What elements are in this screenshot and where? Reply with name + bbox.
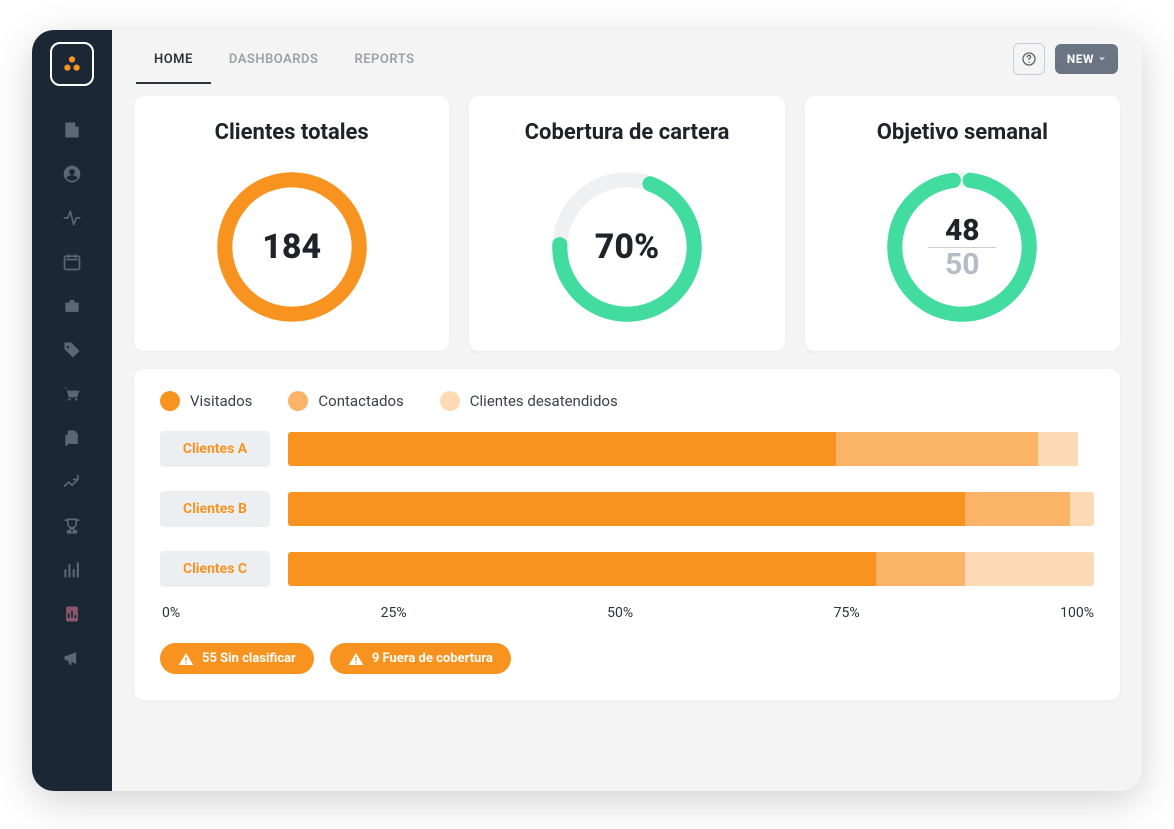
legend-label: Visitados (190, 392, 252, 410)
axis-tick: 0% (162, 605, 180, 621)
legend-label: Contactados (318, 392, 403, 410)
axis-tick: 100% (1060, 605, 1094, 621)
axis-tick: 25% (381, 605, 407, 621)
bar-segment (965, 552, 1094, 586)
megaphone-icon[interactable] (32, 636, 112, 680)
new-button-label: NEW (1067, 52, 1094, 66)
bar-chart-icon[interactable] (32, 548, 112, 592)
content: Clientes totales 184 Cobertur (112, 88, 1142, 791)
bar-segment (836, 432, 1038, 466)
legend-dot-icon (288, 391, 308, 411)
main-area: HOME DASHBOARDS REPORTS NEW Clientes (112, 30, 1142, 791)
calendar-icon[interactable] (32, 240, 112, 284)
cart-icon[interactable] (32, 372, 112, 416)
new-button[interactable]: NEW (1055, 44, 1118, 74)
chart-legend: Visitados Contactados Clientes desatendi… (160, 391, 1094, 411)
card-clientes-totales: Clientes totales 184 (134, 96, 449, 351)
briefcase-icon[interactable] (32, 284, 112, 328)
legend-desatendidos: Clientes desatendidos (440, 391, 618, 411)
bar-segment (288, 432, 836, 466)
axis-tick: 75% (834, 605, 860, 621)
bar-segment (876, 552, 965, 586)
building-icon[interactable] (32, 108, 112, 152)
bar-row: Clientes A (160, 431, 1094, 467)
topbar: HOME DASHBOARDS REPORTS NEW (112, 30, 1142, 88)
x-axis: 0% 25% 50% 75% 100% (160, 605, 1094, 621)
legend-label: Clientes desatendidos (470, 392, 618, 410)
topbar-tabs: HOME DASHBOARDS REPORTS (136, 34, 433, 84)
bar-segment (1070, 492, 1094, 526)
bar-segment (288, 552, 876, 586)
gauge-value: 70% (595, 227, 659, 267)
kpi-cards: Clientes totales 184 Cobertur (134, 96, 1120, 351)
alert-sin-clasificar[interactable]: 55 Sin clasificar (160, 643, 314, 674)
bar-segment (965, 492, 1070, 526)
gauge-clientes-totales: 184 (208, 163, 376, 331)
report-icon[interactable] (32, 592, 112, 636)
bar-category-label: Clientes B (160, 491, 270, 527)
help-button[interactable] (1013, 43, 1045, 75)
user-circle-icon[interactable] (32, 152, 112, 196)
chevron-down-icon (1098, 55, 1106, 63)
alert-label: 55 Sin clasificar (202, 651, 296, 666)
card-title: Objetivo semanal (877, 120, 1048, 145)
axis-tick: 50% (607, 605, 633, 621)
files-icon[interactable] (32, 416, 112, 460)
legend-contactados: Contactados (288, 391, 403, 411)
bar-segment (1038, 432, 1078, 466)
legend-dot-icon (160, 391, 180, 411)
bar-track (288, 432, 1094, 466)
trophy-icon[interactable] (32, 504, 112, 548)
tab-reports[interactable]: REPORTS (336, 34, 432, 84)
analytics-icon[interactable] (32, 460, 112, 504)
tab-dashboards[interactable]: DASHBOARDS (211, 34, 337, 84)
card-title: Clientes totales (215, 120, 369, 145)
app-frame: HOME DASHBOARDS REPORTS NEW Clientes (32, 30, 1142, 791)
legend-dot-icon (440, 391, 460, 411)
sidebar (32, 30, 112, 791)
card-objetivo-semanal: Objetivo semanal 48 50 (805, 96, 1120, 351)
alert-label: 9 Fuera de cobertura (372, 651, 493, 666)
bar-category-label: Clientes C (160, 551, 270, 587)
activity-icon[interactable] (32, 196, 112, 240)
gauge-cobertura: 70% (543, 163, 711, 331)
clients-breakdown-panel: Visitados Contactados Clientes desatendi… (134, 369, 1120, 700)
alert-fuera-cobertura[interactable]: 9 Fuera de cobertura (330, 643, 511, 674)
card-cobertura: Cobertura de cartera 70% (469, 96, 784, 351)
bar-row: Clientes C (160, 551, 1094, 587)
bar-track (288, 552, 1094, 586)
bar-track (288, 492, 1094, 526)
warning-icon (178, 652, 194, 666)
app-logo[interactable] (50, 42, 94, 86)
tag-icon[interactable] (32, 328, 112, 372)
bar-segment (288, 492, 965, 526)
card-title: Cobertura de cartera (525, 120, 730, 145)
legend-visitados: Visitados (160, 391, 252, 411)
tab-home[interactable]: HOME (136, 34, 211, 84)
alert-pills: 55 Sin clasificar 9 Fuera de cobertura (160, 643, 1094, 674)
warning-icon (348, 652, 364, 666)
bar-row: Clientes B (160, 491, 1094, 527)
bar-category-label: Clientes A (160, 431, 270, 467)
gauge-value: 184 (262, 227, 321, 267)
gauge-numerator: 48 (945, 214, 980, 247)
gauge-objetivo: 48 50 (878, 163, 1046, 331)
gauge-denominator: 50 (945, 248, 979, 281)
